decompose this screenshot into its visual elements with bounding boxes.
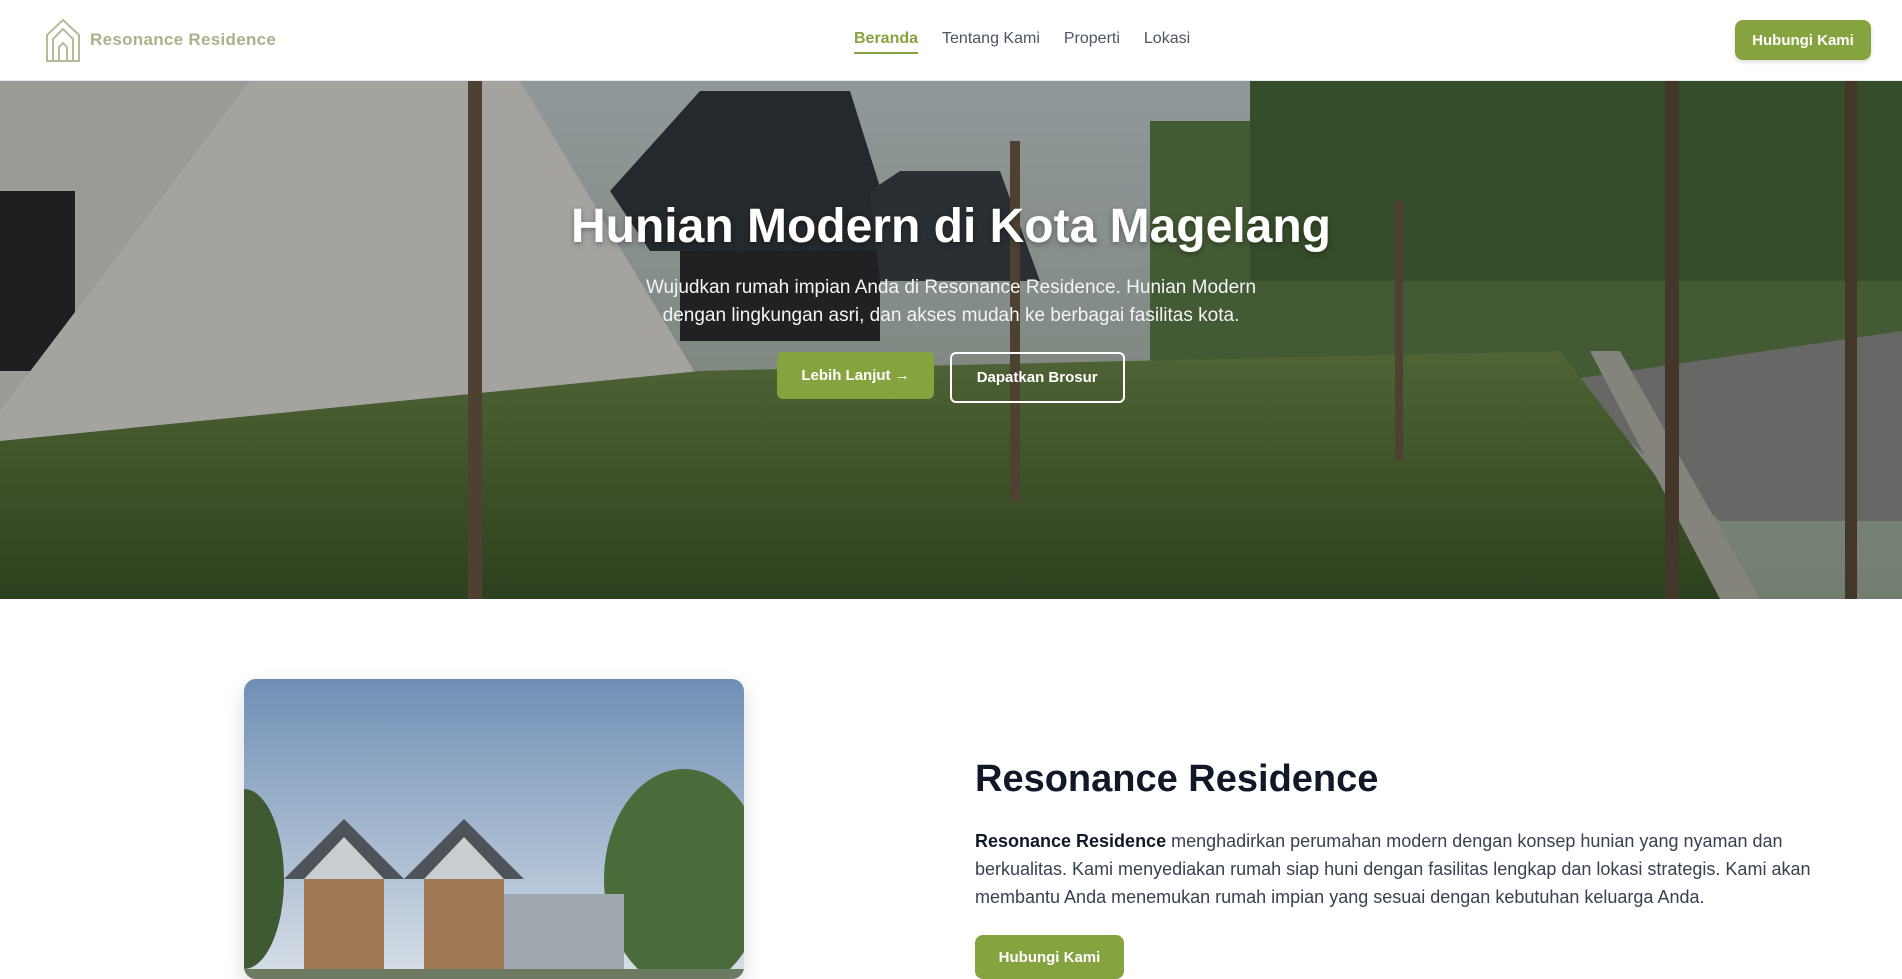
navbar: Resonance Residence Beranda Tentang Kami… (0, 0, 1902, 81)
about-description-strong: Resonance Residence (975, 831, 1167, 851)
brand[interactable]: Resonance Residence (44, 17, 276, 63)
about-description: Resonance Residence menghadirkan perumah… (975, 827, 1815, 911)
nav-link-properti[interactable]: Properti (1064, 30, 1120, 54)
contact-us-button[interactable]: Hubungi Kami (1735, 20, 1871, 60)
brand-name: Resonance Residence (90, 30, 277, 49)
residence-photo (244, 679, 744, 979)
about-section: Resonance Residence Resonance Residence … (975, 758, 1815, 911)
about-contact-button[interactable]: Hubungi Kami (975, 935, 1124, 979)
main-nav: Beranda Tentang Kami Properti Lokasi (854, 30, 1190, 54)
hero-title: Hunian Modern di Kota Magelang (570, 200, 1331, 253)
nav-link-beranda[interactable]: Beranda (854, 30, 919, 54)
get-brochure-button[interactable]: Dapatkan Brosur (949, 351, 1125, 403)
hero-actions: Lebih Lanjut → Dapatkan Brosur (0, 351, 1902, 403)
hero-content: Hunian Modern di Kota Magelang Wujudkan … (0, 200, 1902, 403)
nav-link-lokasi[interactable]: Lokasi (1144, 30, 1190, 54)
house-outline-logo-icon (46, 18, 80, 62)
residence-image (244, 679, 744, 979)
learn-more-button[interactable]: Lebih Lanjut → (777, 351, 934, 399)
nav-link-tentang-kami[interactable]: Tentang Kami (942, 30, 1040, 54)
about-title: Resonance Residence (975, 758, 1379, 800)
hero-section: Hunian Modern di Kota Magelang Wujudkan … (0, 81, 1902, 599)
hero-subtitle: Wujudkan rumah impian Anda di Resonance … (645, 276, 1257, 326)
